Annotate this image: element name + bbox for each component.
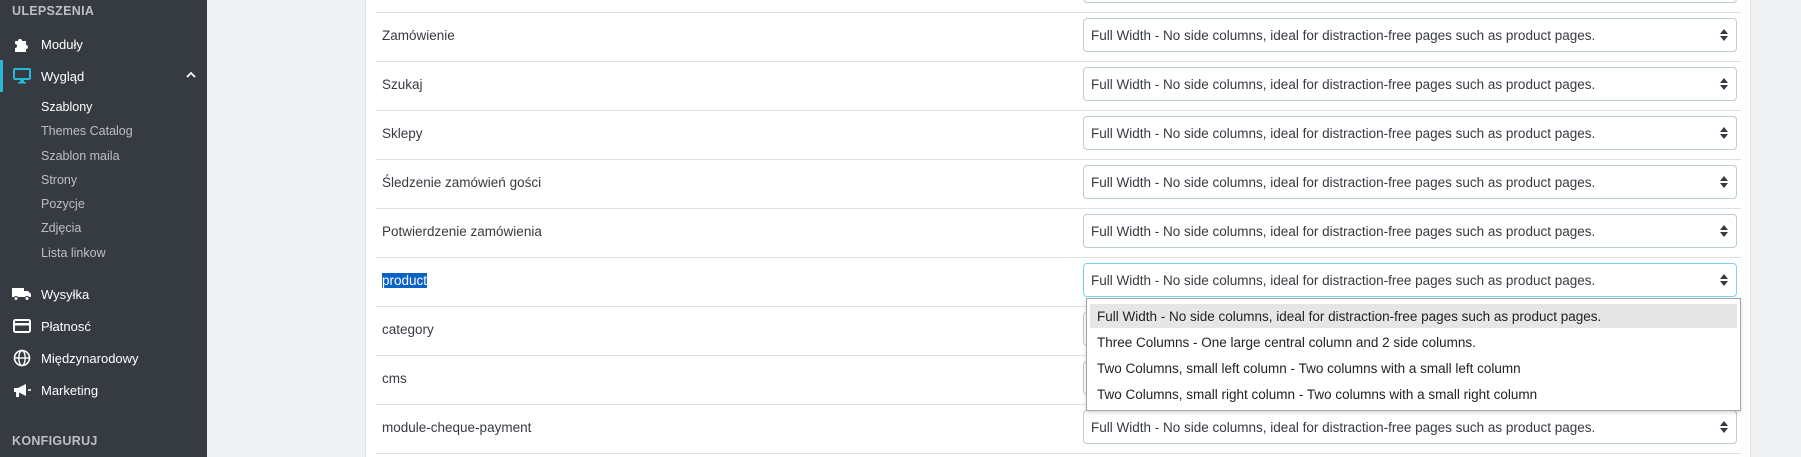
layout-select[interactable]: Full Width - No side columns, ideal for … bbox=[1083, 18, 1737, 52]
monitor-icon bbox=[12, 66, 32, 86]
option-label: Two Columns, small left column - Two col… bbox=[1097, 361, 1521, 376]
layout-select[interactable]: Full Width - No side columns, ideal for … bbox=[1083, 67, 1737, 101]
select-value: Full Width - No side columns, ideal for … bbox=[1091, 175, 1596, 190]
sidebar-item-modules[interactable]: Moduły bbox=[0, 28, 207, 60]
select-arrows-icon bbox=[1720, 127, 1728, 139]
select-value: Full Width - No side columns, ideal for … bbox=[1091, 224, 1596, 239]
select-arrows-icon bbox=[1720, 78, 1728, 90]
table-row: Sklepy Full Width - No side columns, ide… bbox=[376, 110, 1741, 160]
layout-select[interactable]: Full Width - No side columns, ideal for … bbox=[1083, 410, 1737, 444]
sidebar-item-appearance[interactable]: Wygląd bbox=[0, 60, 207, 92]
select-arrows-icon bbox=[1720, 225, 1728, 237]
submenu-item-link-list[interactable]: Lista linkow bbox=[41, 246, 106, 260]
truck-icon bbox=[12, 284, 32, 304]
megaphone-icon bbox=[12, 380, 32, 400]
dropdown-option-full-width[interactable]: Full Width - No side columns, ideal for … bbox=[1090, 304, 1737, 328]
table-row: module-cheque-payment Full Width - No si… bbox=[376, 404, 1741, 454]
sidebar: ULEPSZENIA Moduły Wygląd Szablony Themes… bbox=[0, 0, 207, 457]
select-arrows-icon bbox=[1720, 421, 1728, 433]
submenu-item-pages[interactable]: Strony bbox=[41, 173, 77, 187]
submenu-item-images[interactable]: Zdjęcia bbox=[41, 221, 81, 235]
table-row: Śledzenie zamówień gości Full Width - No… bbox=[376, 159, 1741, 209]
select-value: Full Width - No side columns, ideal for … bbox=[1091, 28, 1596, 43]
dropdown-option-two-columns-left[interactable]: Two Columns, small left column - Two col… bbox=[1090, 356, 1737, 380]
sidebar-item-marketing[interactable]: Marketing bbox=[0, 374, 207, 406]
option-label: Three Columns - One large central column… bbox=[1097, 335, 1476, 350]
dropdown-option-three-columns[interactable]: Three Columns - One large central column… bbox=[1090, 330, 1737, 354]
puzzle-icon bbox=[12, 34, 32, 54]
sidebar-item-label: Marketing bbox=[41, 382, 99, 398]
sidebar-item-label: Wygląd bbox=[41, 68, 85, 84]
page-label: cms bbox=[382, 371, 407, 386]
submenu-item-positions[interactable]: Pozycje bbox=[41, 197, 85, 211]
table-row: Zamówienie Full Width - No side columns,… bbox=[376, 12, 1741, 62]
select-value: Full Width - No side columns, ideal for … bbox=[1091, 126, 1596, 141]
section-heading-improve: ULEPSZENIA bbox=[12, 4, 95, 18]
page-label: module-cheque-payment bbox=[382, 420, 532, 435]
page-label: Szukaj bbox=[382, 77, 423, 92]
globe-icon bbox=[12, 348, 32, 368]
sidebar-item-label: Moduły bbox=[41, 36, 83, 52]
submenu-item-themes[interactable]: Szablony bbox=[41, 100, 92, 114]
layout-select-open[interactable]: Full Width - No side columns, ideal for … bbox=[1083, 263, 1737, 297]
submenu-item-email-theme[interactable]: Szablon maila bbox=[41, 149, 120, 163]
select-value: Full Width - No side columns, ideal for … bbox=[1091, 273, 1596, 288]
layout-dropdown-list: Full Width - No side columns, ideal for … bbox=[1086, 298, 1741, 411]
select-value: Full Width - No side columns, ideal for … bbox=[1091, 420, 1596, 435]
submenu-item-themes-catalog[interactable]: Themes Catalog bbox=[41, 124, 133, 138]
section-heading-configure: KONFIGURUJ bbox=[12, 434, 98, 448]
sidebar-item-shipping[interactable]: Wysyłka bbox=[0, 278, 207, 310]
select-arrows-icon bbox=[1720, 176, 1728, 188]
page-label: Sklepy bbox=[382, 126, 423, 141]
page-label: Śledzenie zamówień gości bbox=[382, 175, 542, 190]
sidebar-item-label: Płatnosć bbox=[41, 318, 91, 334]
select-arrows-icon bbox=[1720, 29, 1728, 41]
sidebar-item-label: Wysyłka bbox=[41, 286, 90, 302]
layout-select[interactable]: Full Width - No side columns, ideal for … bbox=[1083, 214, 1737, 248]
option-label: Two Columns, small right column - Two co… bbox=[1097, 387, 1538, 402]
select-arrows-icon bbox=[1720, 274, 1728, 286]
table-row: Szukaj Full Width - No side columns, ide… bbox=[376, 61, 1741, 111]
layout-select[interactable]: Full Width - No side columns, ideal for … bbox=[1083, 165, 1737, 199]
page-label: category bbox=[382, 322, 434, 337]
layout-select[interactable] bbox=[1083, 0, 1737, 3]
table-row: Potwierdzenie zamówienia Full Width - No… bbox=[376, 208, 1741, 258]
select-value: Full Width - No side columns, ideal for … bbox=[1091, 77, 1596, 92]
page-label: Zamówienie bbox=[382, 28, 455, 43]
option-label: Full Width - No side columns, ideal for … bbox=[1097, 309, 1602, 324]
page-label: product bbox=[382, 273, 428, 288]
layout-select[interactable]: Full Width - No side columns, ideal for … bbox=[1083, 116, 1737, 150]
card-icon bbox=[12, 316, 32, 336]
dropdown-option-two-columns-right[interactable]: Two Columns, small right column - Two co… bbox=[1090, 382, 1737, 406]
chevron-up-icon[interactable] bbox=[185, 69, 197, 84]
sidebar-item-international[interactable]: Międzynarodowy bbox=[0, 342, 207, 374]
page-label: Potwierdzenie zamówienia bbox=[382, 224, 542, 239]
sidebar-item-payment[interactable]: Płatnosć bbox=[0, 310, 207, 342]
sidebar-item-label: Międzynarodowy bbox=[41, 350, 139, 366]
